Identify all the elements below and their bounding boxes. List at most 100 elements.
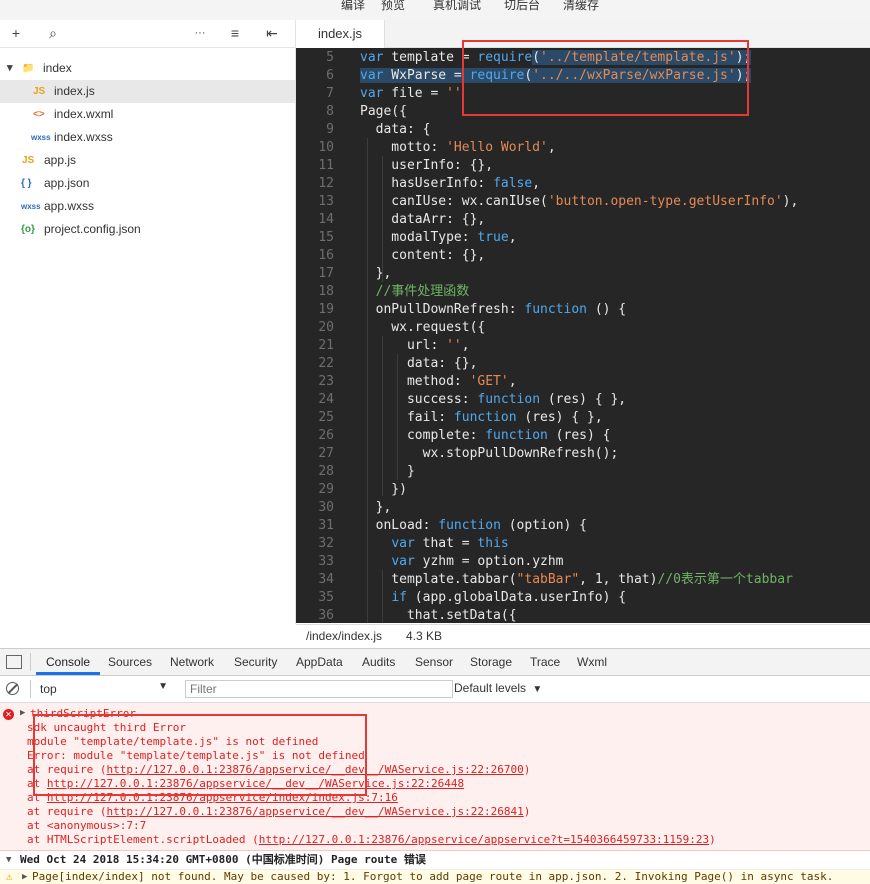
tab-sources[interactable]: Sources xyxy=(108,655,152,669)
route-log-text: Wed Oct 24 2018 15:34:20 GMT+0800 (中国标准时… xyxy=(20,853,426,866)
file-icon: wxss xyxy=(21,202,41,211)
code-line: 10 motto: 'Hello World', xyxy=(296,139,870,157)
file-icon: wxss xyxy=(31,133,51,142)
code-line: 20 wx.request({ xyxy=(296,319,870,337)
inspect-icon[interactable] xyxy=(6,655,22,669)
stack-trace-link[interactable]: http://127.0.0.1:23876/appservice/__dev_… xyxy=(106,763,523,776)
code-text: wx.request({ xyxy=(360,320,486,335)
code-text: Page({ xyxy=(360,104,407,119)
more-icon[interactable]: ··· xyxy=(191,24,209,42)
tab-trace[interactable]: Trace xyxy=(530,655,560,669)
background-button[interactable]: 切后台 xyxy=(504,0,540,13)
explorer-toolbar: + ⌕ ··· ≡ ⇤ xyxy=(0,20,295,48)
preview-button[interactable]: 预览 xyxy=(381,0,405,13)
line-number: 24 xyxy=(318,392,334,407)
code-line: 23 method: 'GET', xyxy=(296,373,870,391)
line-number: 17 xyxy=(318,266,334,281)
add-icon[interactable]: + xyxy=(7,24,25,42)
error-line: at HTMLScriptElement.scriptLoaded (http:… xyxy=(27,833,716,846)
code-line: 26 complete: function (res) { xyxy=(296,427,870,445)
tab-network[interactable]: Network xyxy=(170,655,214,669)
code-line: 21 url: '', xyxy=(296,337,870,355)
code-text: } xyxy=(360,464,415,479)
tree-item[interactable]: <> index.wxml xyxy=(0,103,295,126)
code-text: data: {}, xyxy=(360,356,478,371)
file-explorer: + ⌕ ··· ≡ ⇤ ▾ 📁 index JS index.js <> index.wxm… xyxy=(0,20,296,624)
code-line: 14 dataArr: {}, xyxy=(296,211,870,229)
devtools-panel: Console Sources Network Security AppData… xyxy=(0,648,870,884)
line-number: 33 xyxy=(318,554,334,569)
tab-audits[interactable]: Audits xyxy=(362,655,395,669)
tree-item-label: app.js xyxy=(44,153,77,167)
line-number: 21 xyxy=(318,338,334,353)
tree-item[interactable]: JS index.js xyxy=(0,80,295,103)
code-text: success: function (res) { }, xyxy=(360,392,627,407)
clear-cache-button[interactable]: 清缓存 xyxy=(563,0,599,13)
filter-input[interactable] xyxy=(185,680,453,698)
file-icon: <> xyxy=(33,109,45,120)
search-icon[interactable]: ⌕ xyxy=(44,24,62,42)
code-line: 15 modalType: true, xyxy=(296,229,870,247)
error-title[interactable]: thirdScriptError xyxy=(30,707,136,721)
tree-item[interactable]: wxss app.wxss xyxy=(0,195,295,218)
code-line: 35 if (app.globalData.userInfo) { xyxy=(296,589,870,607)
clear-console-icon[interactable] xyxy=(6,682,19,695)
warning-icon: ⚠ xyxy=(6,870,13,883)
tree-item-label: index.js xyxy=(54,84,95,98)
route-log: ▼ Wed Oct 24 2018 15:34:20 GMT+0800 (中国标… xyxy=(0,851,870,870)
code-text: template.tabbar("tabBar", 1, that)//0表示第… xyxy=(360,572,793,587)
context-select[interactable]: top ▼ xyxy=(34,679,172,698)
error-line: Error: module "template/template.js" is … xyxy=(27,749,365,762)
code-line: 13 canIUse: wx.canIUse('button.open-type… xyxy=(296,193,870,211)
compile-button[interactable]: 编译 xyxy=(341,0,365,13)
code-line: 28 } xyxy=(296,463,870,481)
collapse-icon[interactable]: ⇤ xyxy=(263,24,281,42)
sort-icon[interactable]: ≡ xyxy=(226,24,244,42)
tab-sensor[interactable]: Sensor xyxy=(415,655,453,669)
code-line: 5 var template = require('../template/tem… xyxy=(296,49,870,67)
tab-wxml[interactable]: Wxml xyxy=(577,655,607,669)
tab-security[interactable]: Security xyxy=(234,655,277,669)
code-text: dataArr: {}, xyxy=(360,212,486,227)
code-area[interactable]: 5 var template = require('../template/tem… xyxy=(296,48,870,623)
expand-arrow-icon[interactable]: ▶ xyxy=(22,870,27,884)
tab-storage[interactable]: Storage xyxy=(470,655,512,669)
stack-trace-link[interactable]: http://127.0.0.1:23876/appservice/__dev_… xyxy=(47,777,464,790)
tree-item[interactable]: ▾ 📁 index xyxy=(0,57,295,80)
line-number: 36 xyxy=(318,608,334,623)
chevron-down-icon[interactable]: ▾ xyxy=(7,57,13,80)
tree-item[interactable]: JS app.js xyxy=(0,149,295,172)
tree-item-label: index.wxml xyxy=(54,107,114,121)
console-output: ✕ ▶ thirdScriptError sdk uncaught third … xyxy=(0,703,870,884)
code-line: 22 data: {}, xyxy=(296,355,870,373)
stack-trace-link[interactable]: http://127.0.0.1:23876/appservice/__dev_… xyxy=(106,805,523,818)
line-number: 26 xyxy=(318,428,334,443)
file-path: /index/index.js xyxy=(306,629,383,643)
expand-arrow-icon[interactable]: ▼ xyxy=(6,851,11,869)
line-number: 15 xyxy=(318,230,334,245)
top-menu: 编译 预览 真机调试 切后台 清缓存 xyxy=(0,0,870,20)
tree-item[interactable]: { } app.json xyxy=(0,172,295,195)
warning-text: Page[index/index] not found. May be caus… xyxy=(32,870,834,883)
line-number: 32 xyxy=(318,536,334,551)
line-number: 27 xyxy=(318,446,334,461)
log-levels-select[interactable]: Default levels ▼ xyxy=(454,681,542,695)
stack-trace-link[interactable]: http://127.0.0.1:23876/appservice/index/… xyxy=(47,791,398,804)
tree-item-label: app.json xyxy=(44,176,90,190)
tab-index-js[interactable]: index.js xyxy=(296,20,385,48)
code-text: canIUse: wx.canIUse('button.open-type.ge… xyxy=(360,194,799,209)
tree-item[interactable]: wxss index.wxss xyxy=(0,126,295,149)
stack-trace-link[interactable]: http://127.0.0.1:23876/appservice/appser… xyxy=(259,833,709,846)
tab-appdata[interactable]: AppData xyxy=(296,655,343,669)
code-line: 25 fail: function (res) { }, xyxy=(296,409,870,427)
code-text: data: { xyxy=(360,122,431,137)
expand-arrow-icon[interactable]: ▶ xyxy=(20,708,25,718)
code-line: 34 template.tabbar("tabBar", 1, that)//0… xyxy=(296,571,870,589)
remote-debug-button[interactable]: 真机调试 xyxy=(433,0,481,13)
file-icon: { } xyxy=(21,178,32,189)
tab-console[interactable]: Console xyxy=(46,655,90,669)
code-line: 12 hasUserInfo: false, xyxy=(296,175,870,193)
line-number: 35 xyxy=(318,590,334,605)
code-text: url: '', xyxy=(360,338,470,353)
tree-item[interactable]: {o} project.config.json xyxy=(0,218,295,241)
